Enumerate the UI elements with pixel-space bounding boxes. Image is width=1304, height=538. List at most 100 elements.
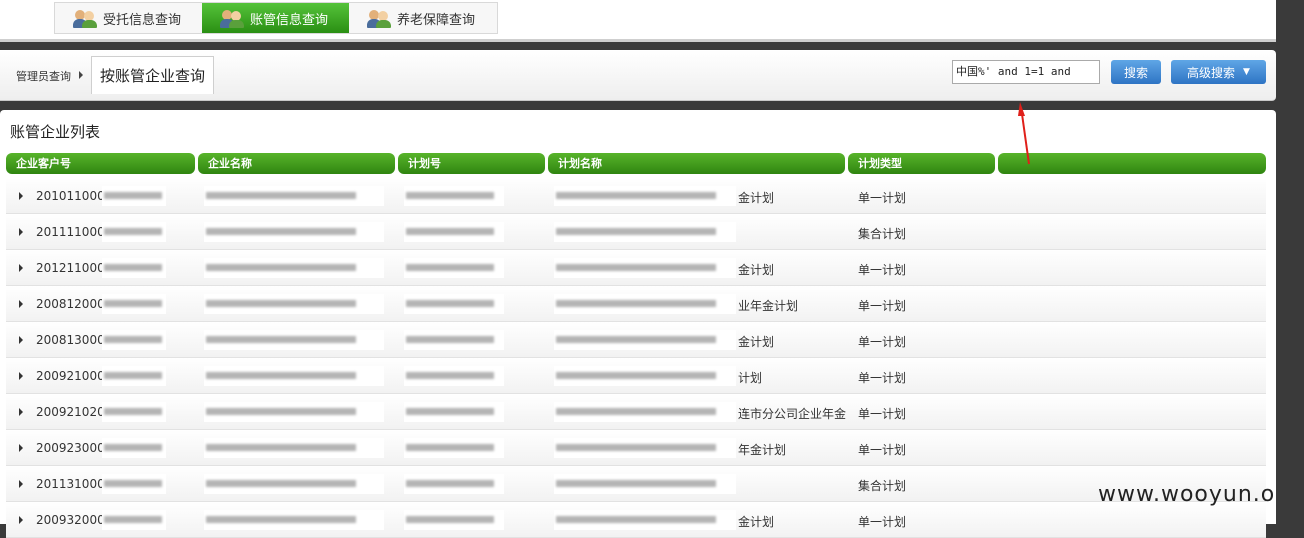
redacted-company-name — [204, 510, 384, 530]
redacted-company-name — [204, 330, 384, 350]
client-id-cell: 2009210200 — [36, 405, 113, 419]
redacted-plan-name — [554, 330, 736, 350]
plan-type-cell: 单一计划 — [858, 263, 907, 277]
plan-type-cell: 单一计划 — [858, 515, 907, 529]
redacted-client-id-suffix — [102, 186, 166, 206]
column-header-plan-id[interactable]: 计划号 — [398, 153, 545, 174]
redacted-plan-name — [554, 474, 736, 494]
top-bar: 受托信息查询 账管信息查询 养老保障查询 — [0, 0, 1276, 40]
redacted-company-name — [204, 222, 384, 242]
plan-type-cell: 单一计划 — [858, 299, 907, 313]
redacted-plan-id — [404, 330, 504, 350]
redacted-plan-name — [554, 402, 736, 422]
table-row[interactable]: 2009230000 年金计划 单一计划 — [6, 430, 1266, 466]
advanced-search-button[interactable]: 高级搜索 ▼ — [1171, 60, 1266, 84]
table-row[interactable]: 2008130000 金计划 单一计划 — [6, 322, 1266, 358]
expand-caret-icon[interactable] — [19, 264, 23, 272]
redacted-company-name — [204, 366, 384, 386]
table-row[interactable]: 2009320000 金计划 单一计划 — [6, 502, 1266, 538]
plan-type-cell: 集合计划 — [858, 479, 907, 493]
redacted-plan-id — [404, 366, 504, 386]
users-icon — [367, 8, 391, 28]
tab-account-info[interactable]: 账管信息查询 — [202, 3, 349, 33]
redacted-company-name — [204, 402, 384, 422]
table-row[interactable]: 2010110000 金计划 单一计划 — [6, 178, 1266, 214]
table-row[interactable]: 2009210200 连市分公司企业年金 单一计划 — [6, 394, 1266, 430]
tab-label: 养老保障查询 — [397, 12, 476, 28]
client-id-cell: 2010110000 — [36, 189, 113, 203]
table-body: 2010110000 金计划 单一计划 2011110000 集合计划 201211000… — [6, 178, 1266, 538]
plan-name-cell: 金计划 — [738, 191, 775, 205]
plan-type-cell: 集合计划 — [858, 227, 907, 241]
redacted-plan-name — [554, 438, 736, 458]
redacted-client-id-suffix — [102, 330, 166, 350]
annotation-arrow-icon — [1018, 102, 1030, 165]
caret-down-icon: ▼ — [1243, 67, 1250, 77]
redacted-company-name — [204, 186, 384, 206]
expand-caret-icon[interactable] — [19, 480, 23, 488]
plan-name-cell: 年金计划 — [738, 443, 787, 457]
tab-entrusted-info[interactable]: 受托信息查询 — [55, 3, 202, 33]
plan-name-cell: 金计划 — [738, 515, 775, 529]
redacted-plan-name — [554, 258, 736, 278]
watermark: www.wooyun.org — [1098, 482, 1300, 507]
redacted-client-id-suffix — [102, 474, 166, 494]
client-id-cell: 2009230000 — [36, 441, 113, 455]
column-header-plan-name[interactable]: 计划名称 — [548, 153, 845, 174]
expand-caret-icon[interactable] — [19, 192, 23, 200]
column-header-plan-type[interactable]: 计划类型 — [848, 153, 995, 174]
search-button[interactable]: 搜索 — [1111, 60, 1161, 84]
expand-caret-icon[interactable] — [19, 300, 23, 308]
redacted-client-id-suffix — [102, 294, 166, 314]
redacted-company-name — [204, 438, 384, 458]
redacted-client-id-suffix — [102, 222, 166, 242]
expand-caret-icon[interactable] — [19, 228, 23, 236]
column-header-client-id[interactable]: 企业客户号 — [6, 153, 195, 174]
expand-caret-icon[interactable] — [19, 516, 23, 524]
table-row[interactable]: 2011110000 集合计划 — [6, 214, 1266, 250]
column-header-company-name[interactable]: 企业名称 — [198, 153, 395, 174]
plan-type-cell: 单一计划 — [858, 191, 907, 205]
list-title: 账管企业列表 — [10, 123, 101, 141]
plan-name-cell: 业年金计划 — [738, 299, 799, 313]
breadcrumb-root[interactable]: 管理员查询 — [16, 68, 71, 84]
redacted-plan-name — [554, 294, 736, 314]
redacted-client-id-suffix — [102, 438, 166, 458]
client-id-cell: 2008130000 — [36, 333, 113, 347]
redacted-plan-id — [404, 258, 504, 278]
tab-label: 受托信息查询 — [103, 12, 182, 28]
redacted-plan-id — [404, 222, 504, 242]
client-id-cell: 2009210000 — [36, 369, 113, 383]
client-id-cell: 2011310000 — [36, 477, 113, 491]
plan-type-cell: 单一计划 — [858, 407, 907, 421]
search-input[interactable]: 中国%' and 1=1 and — [952, 60, 1100, 84]
expand-caret-icon[interactable] — [19, 336, 23, 344]
users-icon — [73, 8, 97, 28]
expand-caret-icon[interactable] — [19, 444, 23, 452]
expand-caret-icon[interactable] — [19, 372, 23, 380]
breadcrumb-current: 按账管企业查询 — [91, 56, 214, 94]
redacted-plan-id — [404, 474, 504, 494]
redacted-plan-id — [404, 402, 504, 422]
client-id-cell: 2012110000 — [36, 261, 113, 275]
users-icon — [220, 8, 244, 28]
client-id-cell: 2008120000 — [36, 297, 113, 311]
divider — [0, 42, 1276, 50]
table-row[interactable]: 2012110000 金计划 单一计划 — [6, 250, 1266, 286]
client-id-cell: 2011110000 — [36, 225, 113, 239]
chevron-right-icon — [79, 71, 83, 79]
redacted-plan-id — [404, 294, 504, 314]
redacted-plan-name — [554, 186, 736, 206]
table-row[interactable]: 2008120000 业年金计划 单一计划 — [6, 286, 1266, 322]
redacted-plan-name — [554, 222, 736, 242]
expand-caret-icon[interactable] — [19, 408, 23, 416]
plan-name-cell: 连市分公司企业年金 — [738, 407, 847, 421]
client-id-cell: 2009320000 — [36, 513, 113, 527]
table-row[interactable]: 2009210000 计划 单一计划 — [6, 358, 1266, 394]
scrollbar-track[interactable] — [1276, 0, 1304, 524]
plan-type-cell: 单一计划 — [858, 335, 907, 349]
nav-tabs: 受托信息查询 账管信息查询 养老保障查询 — [54, 2, 498, 34]
table-row[interactable]: 2011310000 集合计划 — [6, 466, 1266, 502]
tab-pension-info[interactable]: 养老保障查询 — [349, 3, 496, 33]
advanced-search-label: 高级搜索 — [1187, 65, 1236, 80]
